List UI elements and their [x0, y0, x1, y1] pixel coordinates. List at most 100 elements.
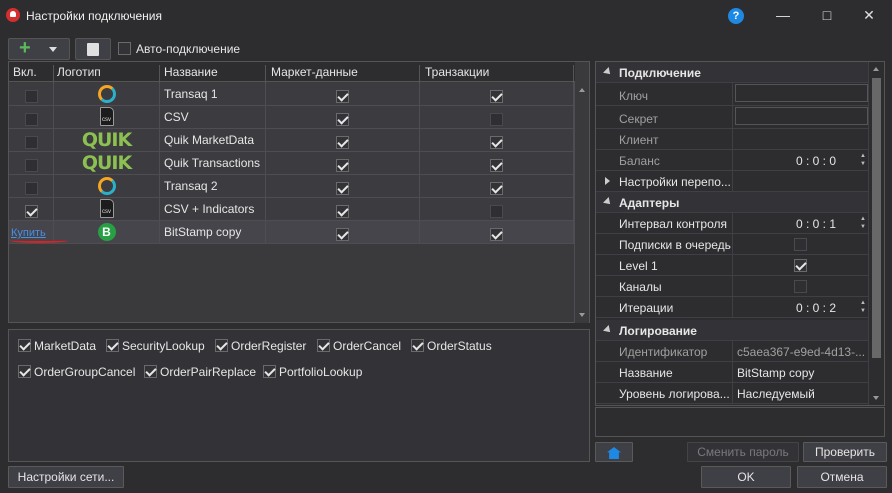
column-transactions[interactable]: Транзакции: [425, 65, 489, 79]
enabled-checkbox[interactable]: [25, 205, 38, 219]
app-bell-icon: [6, 8, 20, 22]
message-checkbox[interactable]: [18, 339, 31, 353]
iterations-value[interactable]: 0 : 0 : 2 ▲ ▼: [732, 297, 869, 317]
grid-scrollbar[interactable]: [574, 82, 589, 323]
property-grid-scrollbar[interactable]: [868, 62, 884, 405]
market-data-checkbox[interactable]: [336, 90, 349, 104]
market-data-checkbox[interactable]: [336, 228, 349, 242]
queue-checkbox[interactable]: [794, 238, 807, 252]
property-key: Ключ: [596, 83, 869, 106]
message-type-option[interactable]: OrderGroupCancel: [18, 365, 135, 379]
transactions-checkbox[interactable]: [490, 182, 503, 196]
column-enabled[interactable]: Вкл.: [13, 65, 37, 79]
column-logo[interactable]: Логотип: [57, 65, 101, 79]
transactions-checkbox[interactable]: [490, 90, 503, 104]
enabled-checkbox[interactable]: [25, 159, 38, 173]
message-type-option[interactable]: OrderStatus: [411, 339, 492, 353]
transactions-checkbox[interactable]: [490, 205, 503, 219]
column-market-data[interactable]: Маркет-данные: [271, 65, 358, 79]
interval-value[interactable]: 0 : 0 : 1 ▲ ▼: [732, 213, 869, 233]
cell-logo: [54, 175, 159, 197]
message-type-option[interactable]: OrderRegister: [215, 339, 306, 353]
enabled-checkbox[interactable]: [25, 90, 38, 104]
trash-icon: [87, 43, 99, 56]
message-type-option[interactable]: OrderPairReplace: [144, 365, 256, 379]
transactions-checkbox[interactable]: [490, 228, 503, 242]
collapse-icon: [603, 67, 613, 77]
add-connection-button[interactable]: +: [8, 38, 70, 60]
cell-market-data: [336, 221, 356, 243]
message-checkbox[interactable]: [411, 339, 424, 353]
message-checkbox[interactable]: [317, 339, 330, 353]
message-type-option[interactable]: PortfolioLookup: [263, 365, 362, 379]
market-data-checkbox[interactable]: [336, 159, 349, 173]
cancel-button[interactable]: Отмена: [797, 466, 887, 488]
transaq-logo-icon: [97, 177, 116, 195]
market-data-checkbox[interactable]: [336, 182, 349, 196]
grid-header: Вкл. Логотип Название Маркет-данные Тран…: [9, 62, 575, 85]
table-row[interactable]: csv CSV: [9, 106, 575, 129]
message-type-option[interactable]: OrderCancel: [317, 339, 401, 353]
scrollbar-thumb[interactable]: [872, 78, 881, 358]
network-settings-button[interactable]: Настройки сети...: [8, 466, 124, 488]
table-row[interactable]: csv CSV + Indicators: [9, 198, 575, 221]
close-button[interactable]: ✕: [846, 0, 892, 32]
name-value[interactable]: BitStamp copy: [732, 362, 869, 382]
table-row[interactable]: QUIK Quik MarketData: [9, 129, 575, 152]
property-channels: Каналы: [596, 276, 869, 297]
scroll-up-icon[interactable]: [873, 67, 879, 71]
client-value[interactable]: [732, 129, 869, 149]
dropdown-arrow-icon: [49, 47, 57, 52]
spin-icon[interactable]: ▲ ▼: [859, 299, 867, 315]
market-data-checkbox[interactable]: [336, 136, 349, 150]
change-password-button[interactable]: Сменить пароль: [687, 442, 799, 462]
ok-button[interactable]: OK: [701, 466, 791, 488]
help-icon[interactable]: ?: [728, 8, 744, 24]
message-checkbox[interactable]: [144, 365, 157, 379]
scroll-down-icon[interactable]: [873, 396, 879, 400]
scroll-up-icon[interactable]: [579, 88, 585, 92]
balance-value[interactable]: 0 : 0 : 0 ▲ ▼: [732, 150, 869, 170]
table-row[interactable]: Transaq 1: [9, 83, 575, 106]
message-type-option[interactable]: MarketData: [18, 339, 96, 353]
transactions-checkbox[interactable]: [490, 113, 503, 127]
message-checkbox[interactable]: [106, 339, 119, 353]
cell-transactions: [490, 106, 510, 128]
log-level-select[interactable]: Наследуемый: [732, 383, 869, 403]
spin-icon[interactable]: ▲ ▼: [859, 215, 867, 231]
market-data-checkbox[interactable]: [336, 205, 349, 219]
column-name[interactable]: Название: [164, 65, 218, 79]
auto-connect-checkbox[interactable]: [118, 42, 131, 56]
message-checkbox[interactable]: [263, 365, 276, 379]
check-button[interactable]: Проверить: [803, 442, 887, 462]
enabled-checkbox[interactable]: [25, 113, 38, 127]
message-type-option[interactable]: SecurityLookup: [106, 339, 205, 353]
key-input[interactable]: [735, 84, 868, 102]
enabled-checkbox[interactable]: [25, 182, 38, 196]
category-adapters[interactable]: Адаптеры: [596, 192, 869, 213]
message-checkbox[interactable]: [18, 365, 31, 379]
table-row[interactable]: QUIK Quik Transactions: [9, 152, 575, 175]
delete-connection-button[interactable]: [75, 38, 111, 60]
table-row[interactable]: Купить B BitStamp copy: [9, 221, 575, 244]
table-row[interactable]: Transaq 2: [9, 175, 575, 198]
category-logging[interactable]: Логирование: [596, 320, 869, 341]
red-underline-annotation: [10, 238, 68, 243]
home-button[interactable]: [595, 442, 633, 462]
transactions-checkbox[interactable]: [490, 159, 503, 173]
spin-icon[interactable]: ▲ ▼: [859, 152, 867, 168]
enabled-checkbox[interactable]: [25, 136, 38, 150]
property-reconnect-settings[interactable]: Настройки перепо...: [596, 171, 869, 192]
minimize-button[interactable]: —: [760, 0, 806, 32]
scroll-down-icon[interactable]: [579, 313, 585, 317]
maximize-button[interactable]: □: [804, 0, 850, 32]
cell-transactions: [490, 152, 510, 174]
secret-input[interactable]: [735, 107, 868, 125]
level1-checkbox[interactable]: [794, 259, 807, 273]
expand-icon: [605, 177, 610, 185]
market-data-checkbox[interactable]: [336, 113, 349, 127]
channels-checkbox[interactable]: [794, 280, 807, 294]
transactions-checkbox[interactable]: [490, 136, 503, 150]
message-checkbox[interactable]: [215, 339, 228, 353]
category-connection[interactable]: Подключение: [596, 62, 869, 83]
